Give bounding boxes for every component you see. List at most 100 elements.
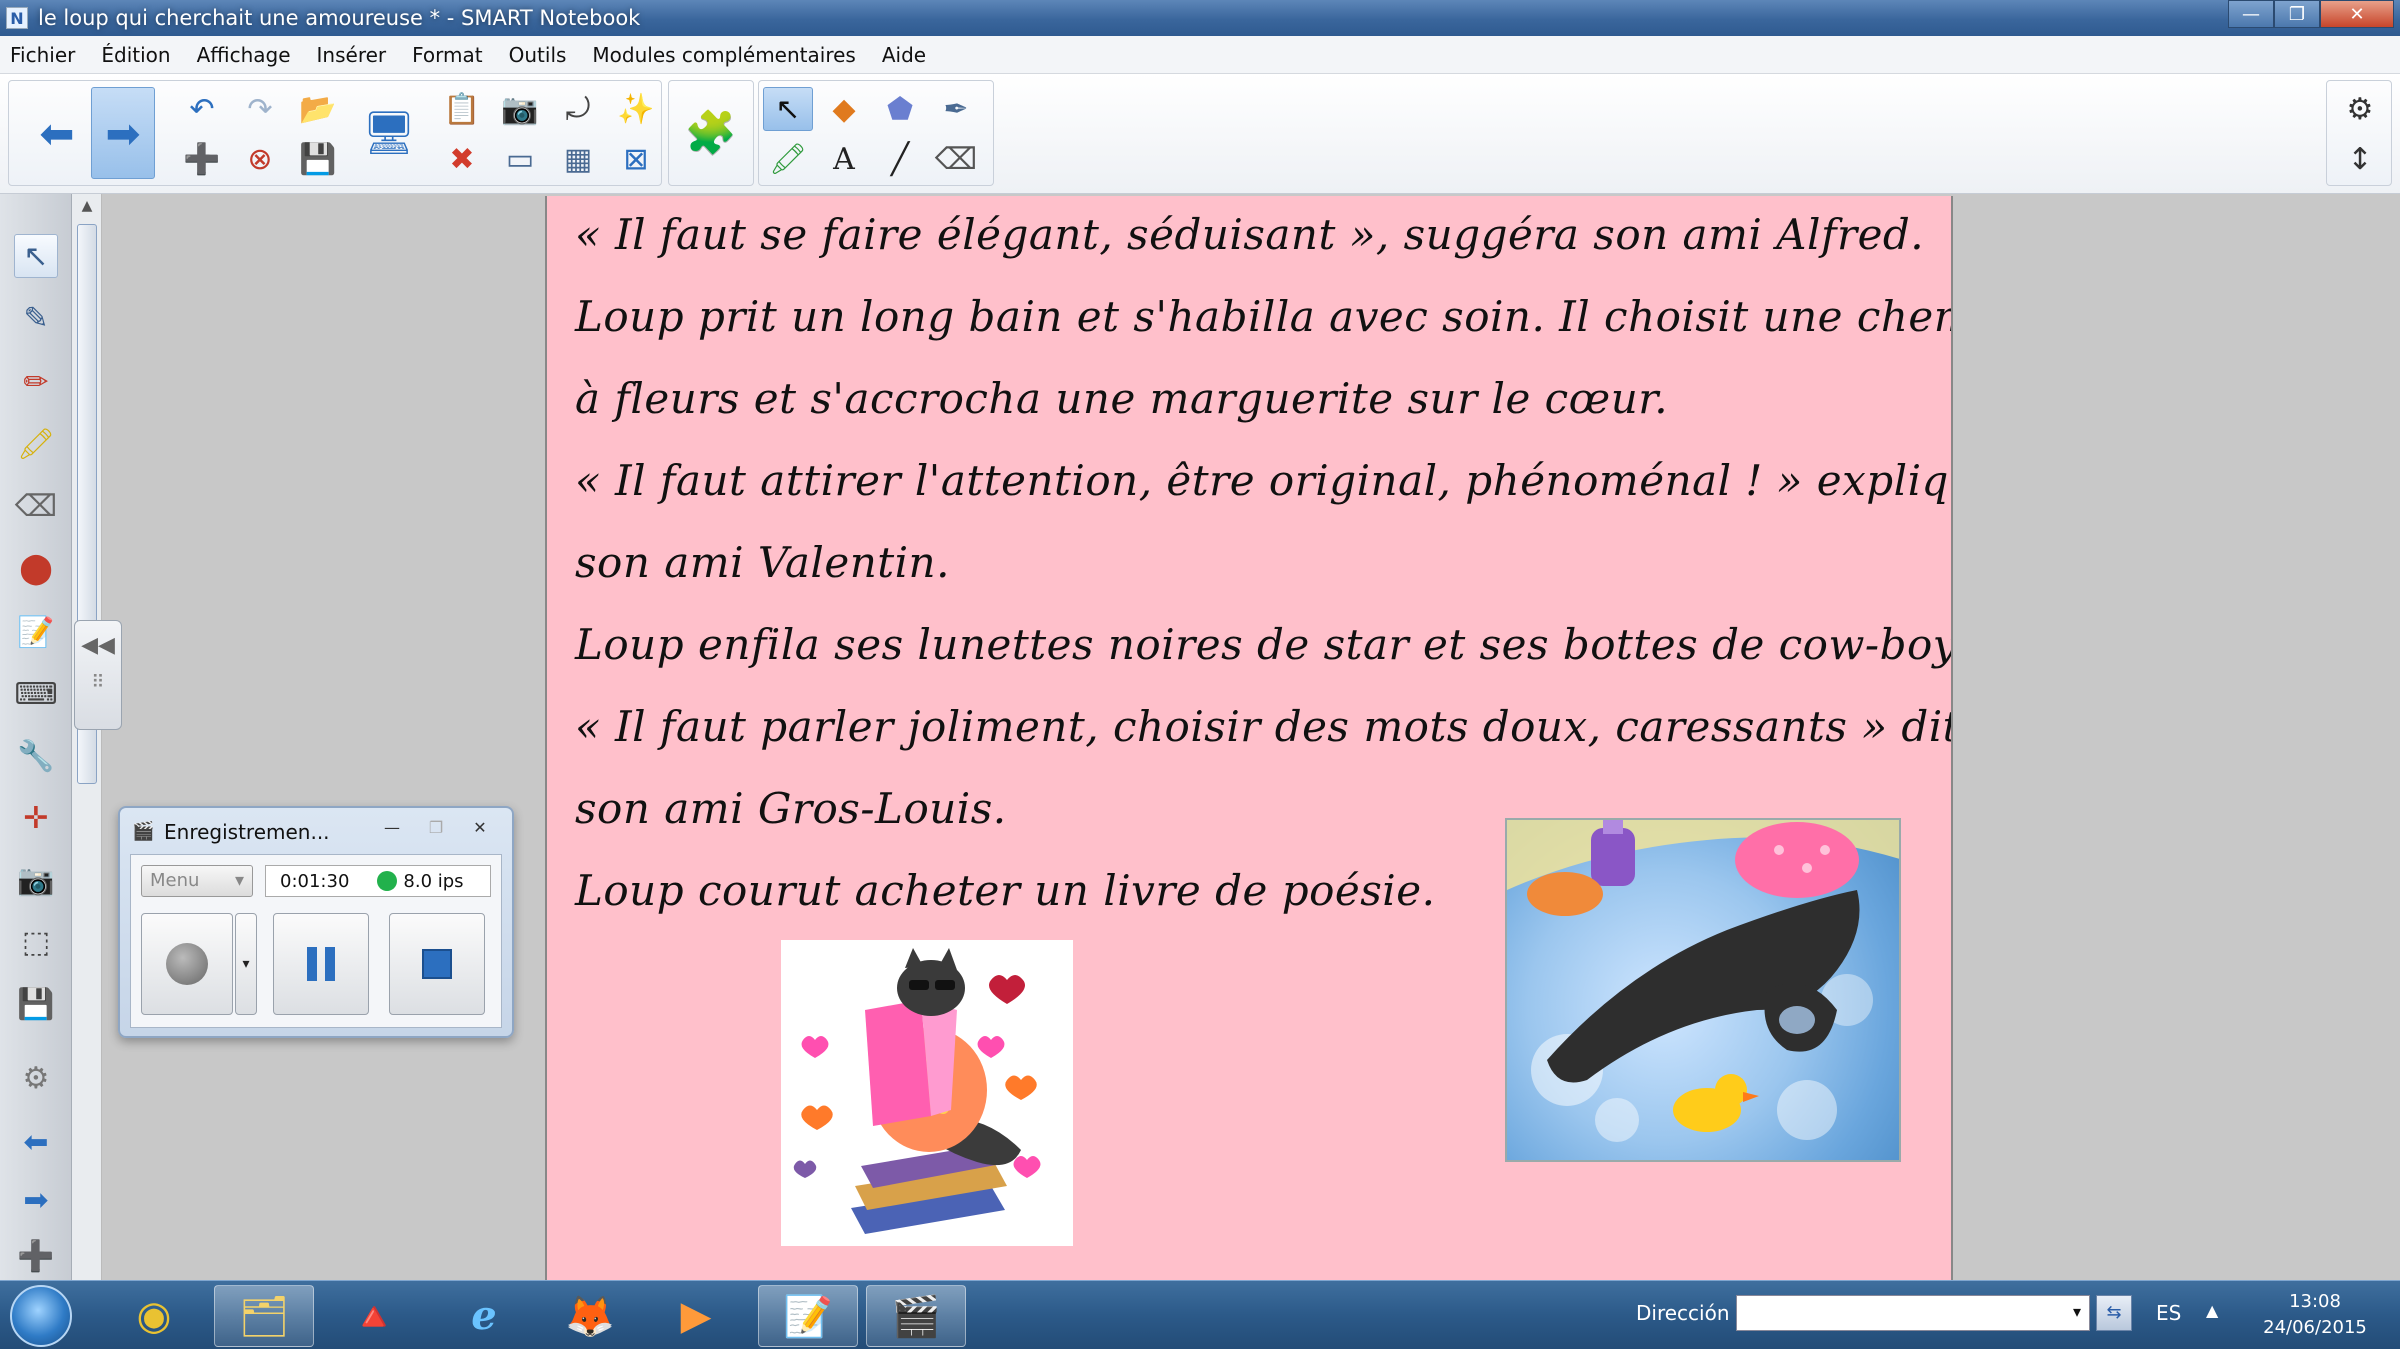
menu-edition[interactable]: Édition [101, 43, 170, 67]
next-page-button[interactable]: ➡ [91, 87, 155, 179]
system-clock[interactable]: 13:08 24/06/2015 [2240, 1289, 2390, 1341]
screen-capture-button[interactable]: 📷 [495, 87, 545, 131]
story-line[interactable]: à fleurs et s'accrocha une marguerite su… [575, 374, 1668, 423]
story-line[interactable]: « Il faut se faire élégant, séduisant »,… [575, 210, 1924, 259]
pause-button[interactable] [273, 913, 369, 1015]
insert-table-button[interactable]: ▦ [553, 137, 603, 181]
wolf-bath-illustration[interactable] [1505, 818, 1901, 1162]
sidebar-next-page[interactable]: ➡ [14, 1178, 58, 1222]
sidebar-pen-tool[interactable]: ✎ [14, 296, 58, 340]
story-line[interactable]: « Il faut attirer l'attention, être orig… [575, 456, 1951, 505]
paste-button[interactable]: 📋 [437, 87, 487, 131]
sidebar-pointer-tool[interactable]: ✛ [14, 796, 58, 840]
menu-aide[interactable]: Aide [882, 43, 926, 67]
sidebar-add-page[interactable]: ➕ [14, 1234, 58, 1278]
screen-shade-button[interactable]: ▭ [495, 137, 545, 181]
taskbar-chrome[interactable]: ◉ [104, 1285, 204, 1347]
arrow-right-icon: ➡ [23, 1182, 49, 1218]
select-tool-button[interactable]: ↖ [763, 87, 813, 131]
notebook-page[interactable]: « Il faut se faire élégant, séduisant »,… [545, 196, 1953, 1280]
capture-area-button[interactable]: ⤾ [553, 87, 603, 131]
fill-tool-button[interactable]: ⬟ [875, 87, 925, 131]
menu-outils[interactable]: Outils [509, 43, 567, 67]
sidebar-save-tool[interactable]: 💾 [14, 982, 58, 1026]
sidebar-scrollbar[interactable]: ▲ [72, 194, 102, 1280]
story-line[interactable]: Loup enfila ses lunettes noires de star … [575, 620, 1951, 669]
sidebar-previous-page[interactable]: ⬅ [14, 1120, 58, 1164]
taskbar: ◉ 🗂 🔺 ℯ 🦊 ▶ 📝 🎬 Dirección ▾ ⇆ ES ▲ 13:08… [0, 1280, 2400, 1349]
display-screen-button[interactable]: 🖥 [359, 87, 419, 179]
addons-button[interactable]: 🧩 [679, 87, 743, 179]
taskbar-smart-notebook[interactable]: 📝 [758, 1285, 858, 1347]
taskbar-firefox[interactable]: 🦊 [540, 1285, 640, 1347]
wolf-reading-illustration[interactable] [781, 940, 1073, 1246]
story-line[interactable]: son ami Valentin. [575, 538, 950, 587]
menu-inserer[interactable]: Insérer [317, 43, 387, 67]
scroll-up-icon[interactable]: ▲ [77, 198, 97, 218]
arrow-right-icon: ➡ [105, 108, 141, 158]
undo-button[interactable]: ↶ [177, 87, 227, 131]
stop-button[interactable] [389, 913, 485, 1015]
delete-button[interactable]: ✖ [437, 137, 487, 181]
shapes-tool-button[interactable]: ◆ [819, 87, 869, 131]
collapse-sidebar-handle[interactable]: ◀◀ ⠿ [74, 620, 122, 730]
recorder-menu-dropdown[interactable]: Menu ▾ [141, 865, 253, 897]
address-input[interactable]: ▾ [1736, 1295, 2090, 1331]
magic-tool-button[interactable]: ✨ [611, 87, 661, 131]
add-page-button[interactable]: ➕ [177, 137, 227, 181]
save-button[interactable]: 💾 [293, 137, 343, 181]
story-line[interactable]: son ami Gros-Louis. [575, 784, 1007, 833]
taskbar-recorder[interactable]: 🎬 [866, 1285, 966, 1347]
camera-icon: 📷 [501, 91, 539, 127]
sidebar-area-tool[interactable]: ⬚ [14, 920, 58, 964]
story-line[interactable]: Loup prit un long bain et s'habilla avec… [575, 292, 1951, 341]
full-screen-button[interactable]: ⊠ [611, 137, 661, 181]
start-button[interactable] [10, 1285, 72, 1347]
language-indicator[interactable]: ES [2156, 1301, 2181, 1325]
record-button[interactable] [141, 913, 233, 1015]
line-tool-button[interactable]: ╱ [875, 137, 925, 181]
recorder-close-button[interactable]: ✕ [458, 814, 502, 840]
pens-tool-button[interactable]: 🖍 [763, 137, 813, 181]
sidebar-fill-tool[interactable]: ⬤ [14, 546, 58, 590]
story-line[interactable]: « Il faut parler joliment, choisir des m… [575, 702, 1951, 751]
eraser-tool-button[interactable]: ⌫ [931, 137, 981, 181]
text-tool-button[interactable]: A [819, 137, 869, 181]
recorder-minimize-button[interactable]: — [370, 814, 414, 840]
taskbar-media-player[interactable]: ▶ [646, 1285, 746, 1347]
recorder-title-bar[interactable]: 🎬 Enregistremen... [132, 816, 330, 848]
redo-button[interactable]: ↷ [235, 87, 285, 131]
sidebar-eraser-tool[interactable]: ⌫ [14, 484, 58, 528]
address-go-button[interactable]: ⇆ [2096, 1295, 2132, 1331]
open-file-button[interactable]: 📂 [293, 87, 343, 131]
sidebar-highlighter-tool[interactable]: 🖍 [14, 422, 58, 466]
sidebar-settings[interactable]: ⚙ [14, 1056, 58, 1100]
taskbar-vlc[interactable]: 🔺 [324, 1285, 424, 1347]
sidebar-pencil-tool[interactable]: ✏ [14, 360, 58, 404]
settings-button[interactable]: ⚙ [2335, 87, 2385, 131]
sidebar-notebook-tool[interactable]: 📝 [14, 610, 58, 654]
recorder-window[interactable]: 🎬 Enregistremen... — ❐ ✕ Menu ▾ 0:01:30 … [118, 806, 514, 1038]
minimize-button[interactable]: — [2228, 0, 2274, 28]
move-toolbar-button[interactable]: ↕ [2335, 137, 2385, 181]
sidebar-capture-tool[interactable]: 📷 [14, 858, 58, 902]
recorder-maximize-button[interactable]: ❐ [414, 814, 458, 840]
taskbar-explorer[interactable]: 🗂 [214, 1285, 314, 1347]
sidebar-keyboard-tool[interactable]: ⌨ [14, 672, 58, 716]
record-options-dropdown[interactable]: ▾ [235, 913, 257, 1015]
previous-page-button[interactable]: ⬅ [25, 87, 89, 179]
menu-format[interactable]: Format [412, 43, 482, 67]
maximize-button[interactable]: ❐ [2274, 0, 2320, 28]
taskbar-ie[interactable]: ℯ [434, 1285, 534, 1347]
sidebar-select-tool[interactable]: ↖ [14, 234, 58, 278]
magic-pen-button[interactable]: ✒ [931, 87, 981, 131]
sidebar-tools[interactable]: 🔧 [14, 734, 58, 778]
chevron-down-icon[interactable]: ▾ [2073, 1302, 2081, 1321]
menu-affichage[interactable]: Affichage [197, 43, 291, 67]
menu-modules[interactable]: Modules complémentaires [592, 43, 855, 67]
show-hidden-icons-icon[interactable]: ▲ [2206, 1301, 2218, 1320]
menu-fichier[interactable]: Fichier [10, 43, 75, 67]
close-button[interactable]: ✕ [2320, 0, 2394, 28]
delete-page-button[interactable]: ⊗ [235, 137, 285, 181]
story-line[interactable]: Loup courut acheter un livre de poésie. [575, 866, 1435, 915]
